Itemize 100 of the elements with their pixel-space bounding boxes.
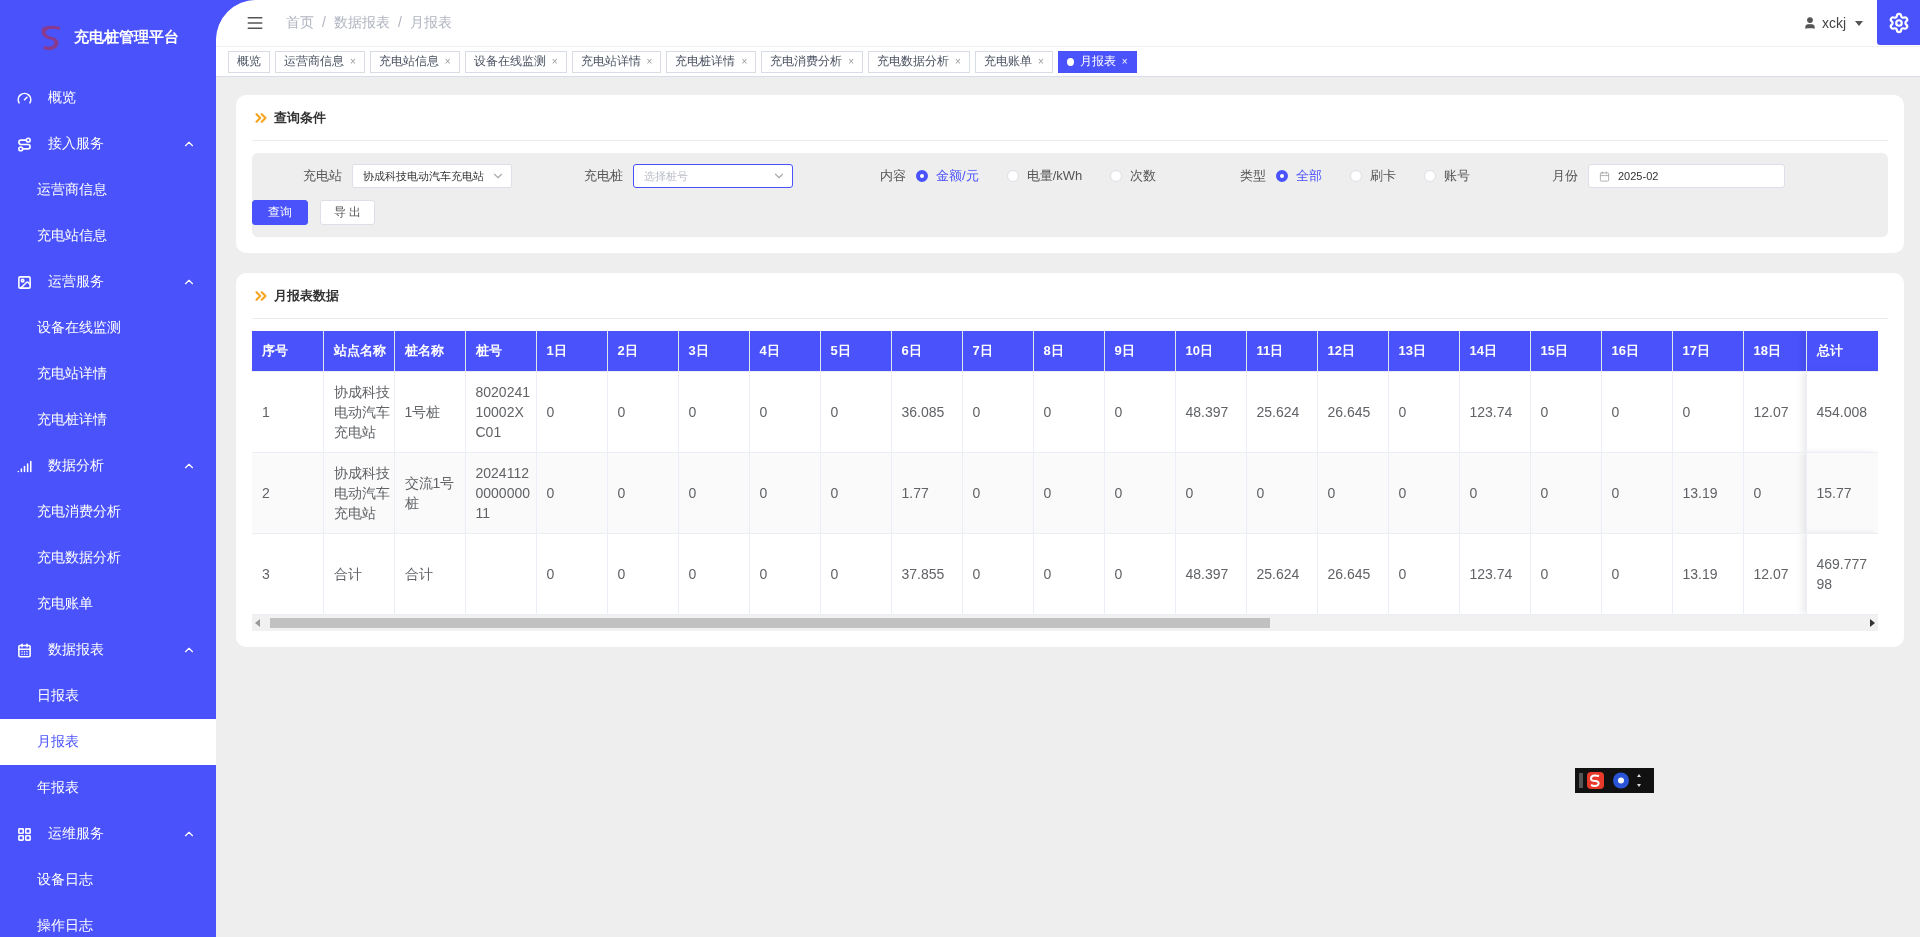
sidebar-item[interactable]: 月报表: [0, 719, 216, 765]
sidebar-item[interactable]: 充电消费分析: [0, 489, 216, 535]
table-cell: 0: [1672, 371, 1743, 452]
sidebar-item[interactable]: 充电站信息: [0, 213, 216, 259]
column-header: 5日: [820, 331, 891, 371]
table-cell: 合计: [394, 533, 465, 614]
station-select[interactable]: 协成科技电动汽车充电站: [352, 164, 512, 188]
sidebar-item[interactable]: 充电账单: [0, 581, 216, 627]
radio-option[interactable]: 全部: [1276, 167, 1322, 185]
column-header: 17日: [1672, 331, 1743, 371]
table-cell: 469.77798: [1806, 533, 1878, 614]
user-name[interactable]: xckj: [1821, 15, 1846, 31]
table-cell: 2: [252, 452, 323, 533]
table-cell: 0: [1601, 533, 1672, 614]
radio-button[interactable]: [916, 170, 928, 182]
table-cell: 0: [607, 533, 678, 614]
tab[interactable]: 充电数据分析 ×: [868, 50, 970, 73]
sidebar-item[interactable]: 充电数据分析: [0, 535, 216, 581]
sidebar-item[interactable]: 年报表: [0, 765, 216, 811]
settings-button[interactable]: [1877, 0, 1920, 45]
radio-option[interactable]: 金额/元: [916, 167, 979, 185]
table-cell: 0: [536, 452, 607, 533]
column-header: 15日: [1530, 331, 1601, 371]
table-cell: 0: [749, 371, 820, 452]
card-title: 查询条件: [274, 108, 326, 127]
table-cell: 0: [1104, 452, 1175, 533]
sidebar-item[interactable]: 设备日志: [0, 857, 216, 903]
column-header: 18日: [1743, 331, 1806, 371]
sidebar-group[interactable]: 接入服务: [0, 121, 216, 167]
table-cell: 26.645: [1317, 371, 1388, 452]
sidebar-group[interactable]: 运营服务: [0, 259, 216, 305]
table-cell: 0: [962, 371, 1033, 452]
table-cell: 25.624: [1246, 533, 1317, 614]
field-label: 充电站: [302, 167, 343, 185]
table-cell: 0: [536, 371, 607, 452]
table-cell: 0: [1246, 452, 1317, 533]
tab[interactable]: 运营商信息 ×: [275, 50, 365, 73]
sidebar-group[interactable]: 运维服务: [0, 811, 216, 857]
table-cell: 37.855: [891, 533, 962, 614]
tab[interactable]: 充电站详情 ×: [571, 50, 662, 73]
table-cell: 0: [749, 452, 820, 533]
radio-option[interactable]: 账号: [1424, 167, 1470, 185]
tab[interactable]: 设备在线监测 ×: [464, 50, 567, 73]
table-cell: 0: [678, 452, 749, 533]
tab[interactable]: 充电消费分析 ×: [761, 50, 864, 73]
table-cell: 0: [1033, 452, 1104, 533]
table-cell: 0: [1459, 452, 1530, 533]
column-header: 11日: [1246, 331, 1317, 371]
radio-option[interactable]: 次数: [1110, 167, 1157, 185]
menu-icon[interactable]: [246, 14, 264, 32]
query-button[interactable]: 查询: [252, 200, 308, 225]
table-cell: 0: [1601, 371, 1672, 452]
table-cell: 0: [607, 371, 678, 452]
export-button[interactable]: 导 出: [320, 200, 376, 225]
tab[interactable]: 充电桩详情 ×: [666, 50, 757, 73]
table-cell: 0: [607, 452, 678, 533]
tab[interactable]: 概览: [228, 50, 270, 73]
column-header: 6日: [891, 331, 962, 371]
sidebar-group[interactable]: 数据报表: [0, 627, 216, 673]
tab[interactable]: 月报表 ×: [1057, 50, 1137, 73]
sidebar-item[interactable]: 设备在线监测: [0, 305, 216, 351]
column-header: 总计: [1806, 331, 1878, 371]
image-icon: [17, 274, 32, 290]
column-header: 1日: [536, 331, 607, 371]
sidebar-item[interactable]: 日报表: [0, 673, 216, 719]
table-cell: 0: [1388, 371, 1459, 452]
sidebar-group[interactable]: 概览: [0, 75, 216, 121]
table-cell: 合计: [323, 533, 394, 614]
column-header: 8日: [1033, 331, 1104, 371]
radio-button[interactable]: [1276, 170, 1288, 182]
month-field[interactable]: 2025-02: [1588, 164, 1785, 188]
table-cell: 2024112000000011: [465, 452, 536, 533]
table-cell: 交流1号桩: [394, 452, 465, 533]
scroll-left-icon[interactable]: [255, 618, 260, 627]
table-cell: 15.77: [1806, 452, 1878, 533]
table-cell: 13.19: [1672, 533, 1743, 614]
table-cell: 0: [1530, 533, 1601, 614]
radio-option[interactable]: 刷卡: [1350, 167, 1396, 185]
sidebar-item[interactable]: 充电站详情: [0, 351, 216, 397]
tab[interactable]: 充电账单 ×: [974, 50, 1053, 73]
caret-icon: [1855, 20, 1863, 26]
sidebar-group[interactable]: 数据分析: [0, 443, 216, 489]
sidebar-item[interactable]: 操作日志: [0, 903, 216, 937]
breadcrumb-separator: /: [397, 14, 402, 32]
column-header: 16日: [1601, 331, 1672, 371]
breadcrumb-separator: /: [322, 14, 326, 32]
sidebar-item[interactable]: 运营商信息: [0, 167, 216, 213]
scroll-right-icon[interactable]: [1870, 618, 1875, 627]
sidebar-item[interactable]: 充电桩详情: [0, 397, 216, 443]
table-cell: 0: [1175, 452, 1246, 533]
table-cell: 48.397: [1175, 533, 1246, 614]
table-cell: 协成科技电动汽车充电站: [323, 452, 394, 533]
table-cell: 0: [1388, 452, 1459, 533]
table-cell: 1号桩: [394, 371, 465, 452]
table-cell: 0: [962, 533, 1033, 614]
radio-option[interactable]: 电量/kWh: [1006, 167, 1083, 185]
column-header: 站点名称: [323, 331, 394, 371]
tab[interactable]: 充电站信息 ×: [369, 50, 460, 73]
logo-icon: [40, 23, 62, 52]
gauge-icon: [17, 90, 32, 106]
